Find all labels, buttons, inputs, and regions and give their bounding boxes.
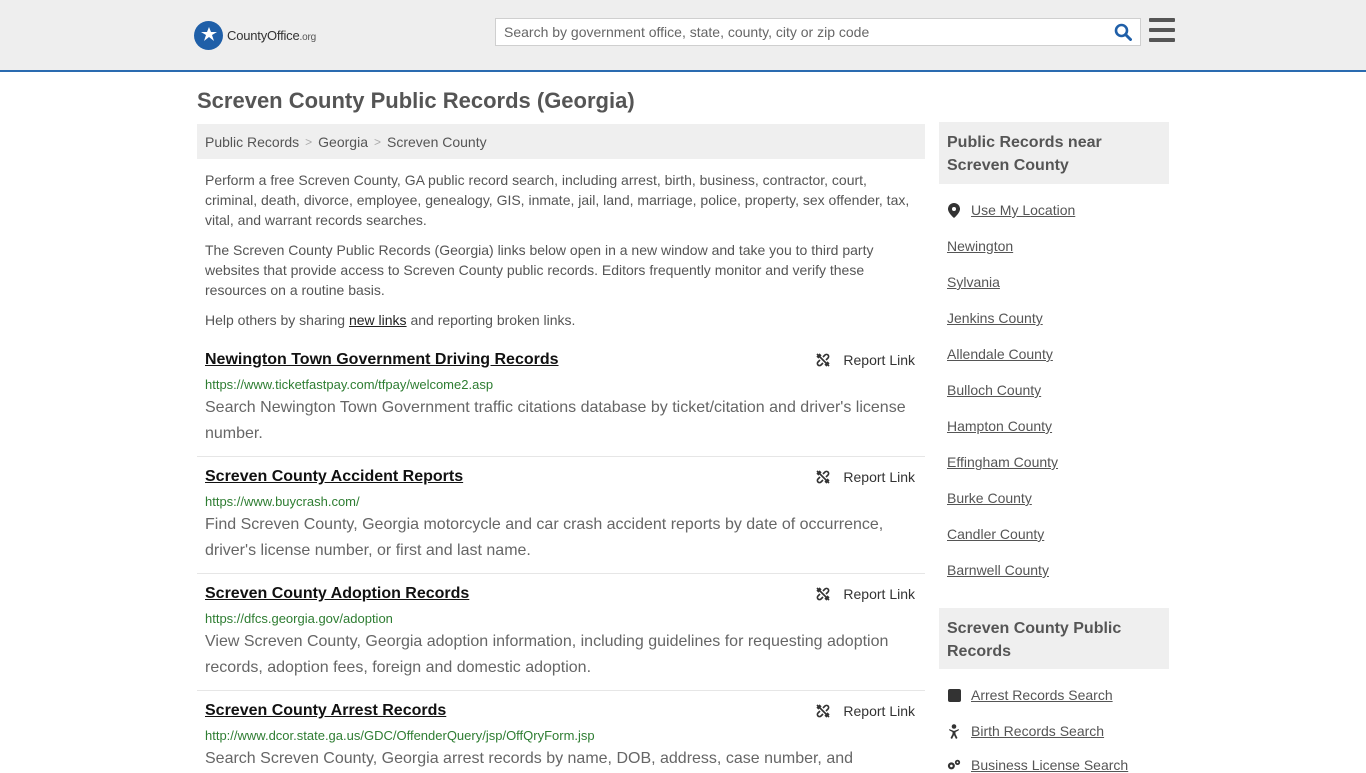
breadcrumb-georgia[interactable]: Georgia [318, 134, 368, 150]
record-divider [197, 573, 925, 574]
use-my-location-link[interactable]: Use My Location [947, 202, 1075, 218]
birth-records-search-link[interactable]: Birth Records Search [947, 723, 1104, 739]
breadcrumb-separator: > [305, 134, 313, 149]
record-description: View Screven County, Georgia adoption in… [205, 633, 889, 676]
business-license-search-label: Business License Search [971, 757, 1129, 773]
record-description: Search Newington Town Government traffic… [205, 399, 906, 442]
breadcrumb-separator: > [373, 134, 381, 149]
logo-emblem-icon [194, 20, 223, 50]
logo[interactable]: CountyOffice.org [194, 20, 316, 50]
broken-link-icon [816, 587, 830, 601]
breadcrumb-public-records[interactable]: Public Records [205, 134, 299, 150]
nearby-link-candler-county[interactable]: Candler County [947, 526, 1044, 542]
nearby-link-newington[interactable]: Newington [947, 238, 1013, 254]
nearby-link-jenkins-county[interactable]: Jenkins County [947, 310, 1043, 326]
use-my-location-label: Use My Location [971, 202, 1076, 218]
nearby-link-barnwell-county[interactable]: Barnwell County [947, 562, 1049, 578]
disclaimer-paragraph: The Screven County Public Records (Georg… [205, 242, 874, 298]
hamburger-icon-bar [1149, 18, 1175, 22]
report-link-button[interactable]: Report Link [815, 469, 915, 485]
search-input[interactable] [496, 19, 1106, 45]
report-link-button[interactable]: Report Link [815, 703, 915, 719]
broken-link-icon [816, 470, 830, 484]
report-link-button[interactable]: Report Link [815, 586, 915, 602]
business-license-search-link[interactable]: Business License Search [947, 757, 1128, 773]
baby-icon [947, 723, 961, 739]
nearby-link-effingham-county[interactable]: Effingham County [947, 454, 1058, 470]
broken-link-icon [816, 704, 830, 718]
search-icon [1114, 23, 1132, 41]
broken-link-icon [816, 353, 830, 367]
report-link-label: Report Link [843, 586, 915, 602]
breadcrumb: Public Records > Georgia > Screven Count… [197, 124, 925, 159]
record-title-link[interactable]: Screven County Adoption Records [205, 585, 469, 603]
record-title-link[interactable]: Screven County Arrest Records [205, 702, 446, 720]
intro-paragraph: Perform a free Screven County, GA public… [205, 172, 910, 228]
page-title: Screven County Public Records (Georgia) [197, 88, 635, 113]
record-url: https://www.buycrash.com/ [205, 494, 360, 509]
nearby-link-hampton-county[interactable]: Hampton County [947, 418, 1052, 434]
sharing-text-after: and reporting broken links. [406, 312, 576, 328]
birth-records-search-label: Birth Records Search [971, 723, 1105, 739]
report-link-label: Report Link [843, 352, 915, 368]
record-url: http://www.dcor.state.ga.us/GDC/Offender… [205, 728, 595, 743]
nearby-link-allendale-county[interactable]: Allendale County [947, 346, 1053, 362]
map-marker-icon [947, 202, 961, 218]
sharing-text-before: Help others by sharing [205, 312, 349, 328]
record-url: https://dfcs.georgia.gov/adoption [205, 611, 393, 626]
nearby-link-burke-county[interactable]: Burke County [947, 490, 1032, 506]
menu-button[interactable] [1149, 18, 1175, 42]
county-records-heading: Screven County Public Records [939, 608, 1169, 669]
logo-main: CountyOffice [227, 27, 300, 43]
hamburger-icon-bar [1149, 28, 1175, 32]
record-url: https://www.ticketfastpay.com/tfpay/welc… [205, 377, 494, 392]
square-icon [947, 688, 961, 702]
record-title-link[interactable]: Screven County Accident Reports [205, 468, 463, 486]
record-title-link[interactable]: Newington Town Government Driving Record… [205, 351, 559, 369]
record-description: Find Screven County, Georgia motorcycle … [205, 516, 884, 559]
nearby-records-heading: Public Records near Screven County [939, 122, 1169, 184]
search-box [495, 18, 1141, 46]
top-bar: CountyOffice.org [0, 0, 1366, 72]
record-description: Search Screven County, Georgia arrest re… [205, 750, 854, 767]
gears-icon [947, 758, 961, 772]
hamburger-icon-bar [1149, 38, 1175, 42]
report-link-button[interactable]: Report Link [815, 352, 915, 368]
new-links-link[interactable]: new links [349, 312, 407, 328]
nearby-link-sylvania[interactable]: Sylvania [947, 274, 1000, 290]
report-link-label: Report Link [843, 703, 915, 719]
sharing-paragraph: Help others by sharing new links and rep… [205, 310, 917, 330]
record-divider [197, 690, 925, 691]
report-link-label: Report Link [843, 469, 915, 485]
arrest-records-search-link[interactable]: Arrest Records Search [947, 687, 1113, 703]
arrest-records-search-label: Arrest Records Search [971, 687, 1113, 703]
logo-tld: .org [299, 31, 317, 43]
logo-text: CountyOffice.org [227, 28, 316, 43]
record-divider [197, 456, 925, 457]
search-button[interactable] [1112, 22, 1134, 42]
breadcrumb-screven-county[interactable]: Screven County [387, 134, 487, 150]
nearby-link-bulloch-county[interactable]: Bulloch County [947, 382, 1041, 398]
